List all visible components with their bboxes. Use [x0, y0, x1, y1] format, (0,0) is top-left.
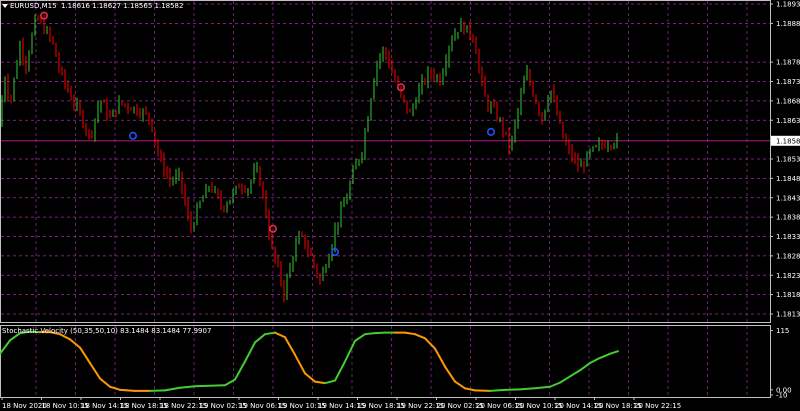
oscillator-segment: [534, 385, 551, 390]
oscillator-segment: [179, 385, 196, 389]
buy-signal-icon: [486, 127, 495, 136]
price-axis: 1.18935 1.18885 1.18785 1.18735 1.18685 1.186…: [770, 1, 800, 319]
symbol-label: EURUSD,M15: [10, 2, 57, 10]
oscillator-segment: [444, 365, 456, 383]
price-label: 1.18735: [776, 78, 800, 86]
oscillator-segment: [0, 339, 11, 355]
oscillator-segment: [234, 360, 246, 381]
oscillator-segment: [589, 356, 601, 365]
oscillator-segment: [149, 389, 166, 392]
oscillator-segment: [599, 352, 611, 359]
oscillator-segment: [374, 331, 386, 335]
oscillator-segment: [89, 362, 101, 380]
oscillator-segment: [569, 369, 581, 378]
oscillator-segment: [79, 346, 91, 365]
oscillator-segment: [69, 338, 81, 349]
oscillator-segment: [274, 331, 286, 339]
oscillator-segment: [549, 381, 561, 388]
indicator-axis: 1150.00-10: [770, 327, 792, 400]
dropdown-triangle-icon[interactable]: [2, 4, 8, 8]
price-label: 1.18185: [776, 291, 800, 299]
oscillator-segment: [294, 353, 306, 375]
price-label: 1.18785: [776, 59, 800, 67]
oscillator-segment: [284, 336, 296, 356]
oscillator-segment: [559, 375, 571, 384]
oscillator-segment: [474, 389, 491, 392]
oscillator-segment: [464, 387, 476, 392]
oscillator-segment: [454, 380, 466, 390]
chart-header: EURUSD,M15 1.18616 1.18627 1.18565 1.185…: [2, 2, 183, 10]
oscillator-segment: [414, 333, 426, 340]
price-label: 1.18385: [776, 214, 800, 222]
oscillator-segment: [424, 337, 436, 350]
oscillator-segment: [364, 332, 376, 336]
oscillator-segment: [209, 384, 226, 387]
oscillator-segment: [254, 333, 266, 344]
time-label: 18 Nov 2020: [2, 402, 47, 410]
indicator-axis-label: -10: [776, 392, 787, 400]
oscillator-segment: [579, 362, 591, 372]
candlestick-series: [1, 14, 618, 303]
oscillator-segment: [244, 341, 256, 363]
oscillator-segment: [304, 372, 316, 383]
price-label: 1.18535: [776, 156, 800, 164]
price-label: 1.18935: [776, 1, 800, 9]
price-label: 1.18885: [776, 20, 800, 28]
oscillator-segment: [119, 388, 136, 392]
buy-signal-icon: [129, 131, 138, 140]
price-label: 1.18235: [776, 272, 800, 280]
oscillator-segment: [519, 387, 536, 391]
price-label: 1.18135: [776, 311, 800, 319]
oscillator-segment: [264, 331, 276, 336]
oscillator-segment: [344, 339, 356, 363]
indicator-grid: [35, 326, 748, 397]
trading-chart[interactable]: 1.18935 1.18885 1.18785 1.18735 1.18685 1.186…: [0, 0, 800, 411]
oscillator-segment: [334, 360, 346, 382]
oscillator-line: [0, 330, 619, 392]
indicator-header: Stochastic Velocity (50,35,50,10) 83.148…: [2, 327, 211, 335]
signal-markers: [39, 11, 495, 257]
oscillator-segment: [489, 388, 506, 392]
oscillator-segment: [314, 380, 326, 385]
oscillator-segment: [324, 379, 336, 385]
price-label: 1.18335: [776, 233, 800, 241]
indicator-frame: [0, 325, 771, 398]
time-axis: 18 Nov 202018 Nov 10:1518 Nov 14:1518 No…: [1, 397, 681, 410]
price-label: 1.18285: [776, 252, 800, 260]
oscillator-segment: [99, 377, 111, 388]
price-label: 1.18635: [776, 117, 800, 125]
price-label: 1.18685: [776, 97, 800, 105]
oscillator-segment: [404, 331, 416, 336]
oscillator-segment: [434, 347, 446, 368]
price-label: 1.18435: [776, 194, 800, 202]
oscillator-segment: [164, 386, 181, 392]
time-label: 20 Nov 22:15: [634, 402, 681, 410]
oscillator-segment: [609, 350, 619, 355]
indicator-axis-label: 115: [776, 327, 789, 335]
ohlc-values: 1.18616 1.18627 1.18565 1.18582: [61, 2, 184, 10]
current-price-label: 1.18582: [776, 137, 800, 145]
oscillator-segment: [194, 384, 211, 388]
price-label: 1.18485: [776, 175, 800, 183]
oscillator-segment: [354, 333, 366, 342]
indicator-label: Stochastic Velocity (50,35,50,10) 83.148…: [2, 327, 212, 335]
oscillator-segment: [504, 388, 521, 391]
